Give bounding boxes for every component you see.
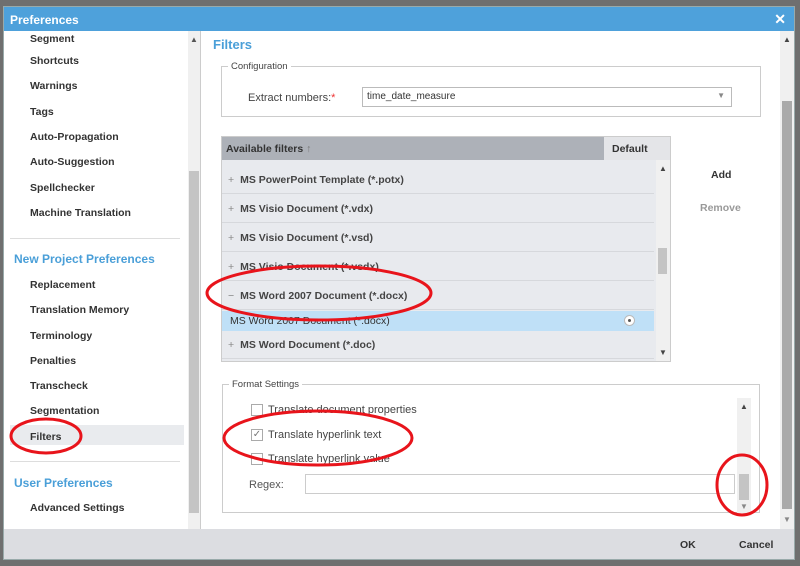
annotation-circle-hyperlink — [222, 409, 414, 467]
annotation-circle-scrollbar — [715, 453, 769, 517]
annotation-circle-docx — [205, 264, 433, 322]
annotation-overlay — [9, 264, 769, 517]
annotation-circle-filters — [9, 417, 83, 455]
